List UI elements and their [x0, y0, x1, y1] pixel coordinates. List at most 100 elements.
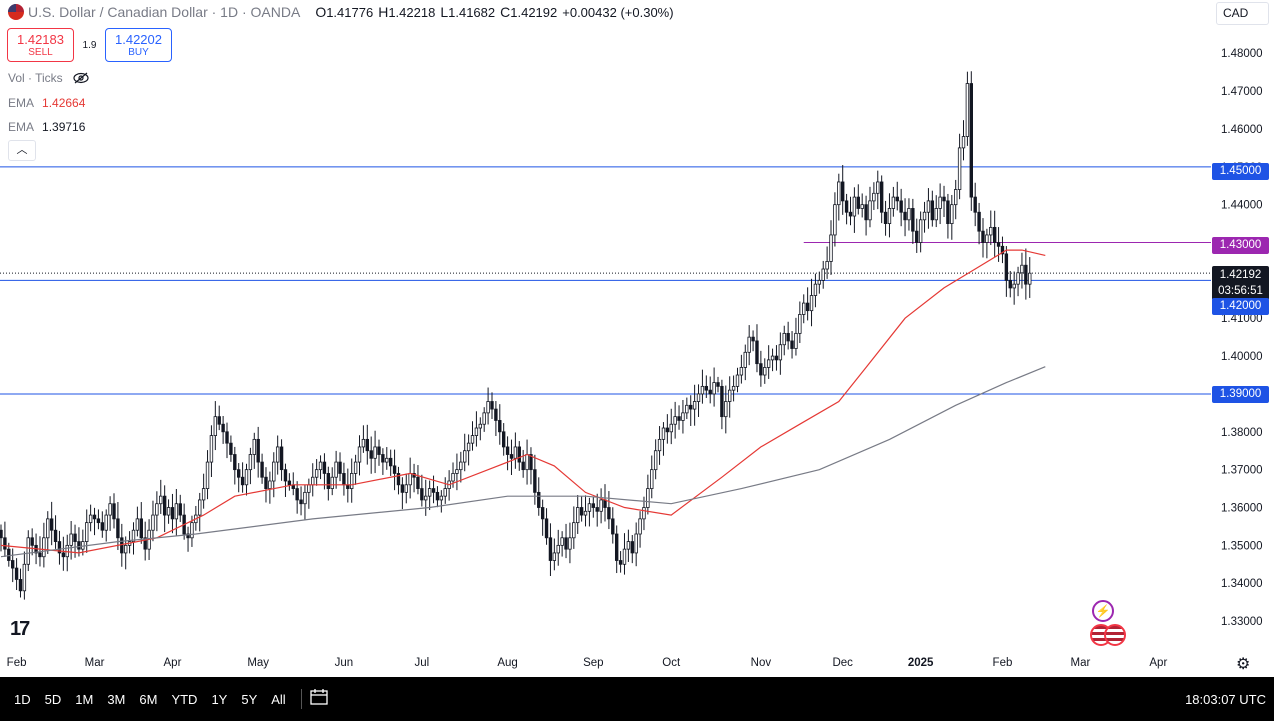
candle-body-up [961, 136, 966, 149]
candle [868, 186, 872, 228]
candle [209, 425, 214, 478]
candle [65, 534, 69, 572]
candle-body-up [486, 401, 490, 414]
candle-body-down [505, 446, 510, 455]
candle [739, 354, 744, 384]
candle [915, 218, 919, 253]
candle [474, 411, 479, 447]
candle [517, 441, 521, 471]
candle [837, 173, 841, 221]
candle-body-up [209, 435, 214, 463]
indicator-value: 1.42664 [42, 96, 86, 110]
indicator-ema-fast[interactable]: EMA 1.42664 [8, 96, 85, 110]
candle-body-up [669, 423, 673, 433]
calendar-icon[interactable] [310, 689, 328, 709]
candle [704, 375, 709, 398]
candle [856, 184, 860, 215]
candle-body-down [708, 389, 712, 395]
candle [883, 200, 888, 236]
candle [392, 449, 397, 491]
candle-body-down [1008, 279, 1012, 289]
candle-body-down [170, 507, 175, 520]
range-all[interactable]: All [264, 692, 292, 707]
candle [525, 439, 529, 485]
candle-body-down [233, 454, 237, 471]
candle-body-down [883, 211, 888, 224]
tradingview-logo-icon[interactable]: 17 [10, 618, 30, 641]
indicator-volume[interactable]: Vol · Ticks [8, 71, 89, 85]
candle [989, 210, 993, 246]
currency-selector[interactable]: CAD [1216, 2, 1269, 25]
candle [326, 466, 331, 501]
candle-body-down [490, 401, 494, 410]
range-1y[interactable]: 1Y [204, 692, 234, 707]
candle [918, 211, 923, 253]
candle [763, 358, 767, 384]
candle [131, 522, 136, 555]
candle-body-down [240, 476, 245, 486]
candle-body-down [225, 431, 229, 444]
candle [766, 345, 771, 379]
price-chart[interactable]: 1.48000 1.47000 1.46000 1.45000 1.44000 1.430… [0, 0, 1274, 677]
eye-hidden-icon[interactable] [73, 72, 89, 84]
candle-body-up [576, 507, 580, 524]
candle-body-up [513, 446, 518, 459]
candle [930, 190, 935, 227]
economic-events-icon[interactable] [1090, 624, 1130, 646]
candle-body-down [899, 200, 903, 213]
candle-body-up [887, 208, 892, 224]
lightning-icon[interactable]: ⚡ [1092, 600, 1114, 622]
toolbar-divider [300, 689, 302, 709]
range-5d[interactable]: 5D [38, 692, 69, 707]
candle-body-up [201, 488, 206, 501]
candle-body-up [1020, 264, 1024, 274]
price-tick-label: 1.41000 [1221, 313, 1263, 325]
candle-body-down [295, 488, 299, 501]
candle-body-up [852, 196, 857, 217]
candle [946, 193, 950, 239]
buy-button[interactable]: 1.42202 BUY [105, 28, 172, 62]
candle [373, 430, 377, 474]
candle-body-down [856, 196, 860, 209]
time-tick-label: Apr [164, 657, 182, 669]
candle-body-down [392, 465, 397, 474]
range-6m[interactable]: 6M [132, 692, 164, 707]
candle [611, 507, 615, 544]
range-ytd[interactable]: YTD [164, 692, 204, 707]
candle [303, 484, 307, 520]
gear-icon[interactable]: ⚙ [1236, 654, 1250, 674]
utc-clock[interactable]: 18:03:07 UTC [1185, 692, 1266, 707]
range-5y[interactable]: 5Y [234, 692, 264, 707]
candle-body-down [53, 529, 58, 542]
candle-body-up [638, 518, 642, 535]
candle-body-up [653, 450, 658, 471]
candle [607, 491, 611, 530]
range-1d[interactable]: 1D [7, 692, 38, 707]
candle-body-up [330, 476, 334, 489]
candle [911, 198, 915, 244]
price-tick-label: 1.40000 [1221, 351, 1263, 363]
candle [802, 294, 806, 324]
candle [353, 454, 358, 485]
candle-body-up [743, 351, 747, 368]
range-1m[interactable]: 1M [68, 692, 100, 707]
candle [470, 421, 475, 451]
candle [786, 321, 790, 350]
candle [556, 529, 560, 566]
price-tick-label: 1.34000 [1221, 578, 1263, 590]
candle [494, 401, 498, 436]
sell-button[interactable]: 1.42183 SELL [7, 28, 74, 62]
candle [844, 193, 849, 225]
candle-body-up [311, 476, 315, 486]
collapse-indicators-button[interactable]: ︿ [8, 140, 36, 161]
candle-body-up [482, 412, 486, 425]
candle-body-down [139, 518, 143, 539]
candle-body-down [677, 416, 681, 421]
candle [1000, 236, 1005, 264]
candle [127, 531, 132, 554]
candle-body-down [61, 552, 66, 558]
indicator-ema-slow[interactable]: EMA 1.39716 [8, 120, 85, 134]
candle-body-up [65, 544, 69, 558]
range-3m[interactable]: 3M [100, 692, 132, 707]
candle-body-up [646, 488, 650, 508]
